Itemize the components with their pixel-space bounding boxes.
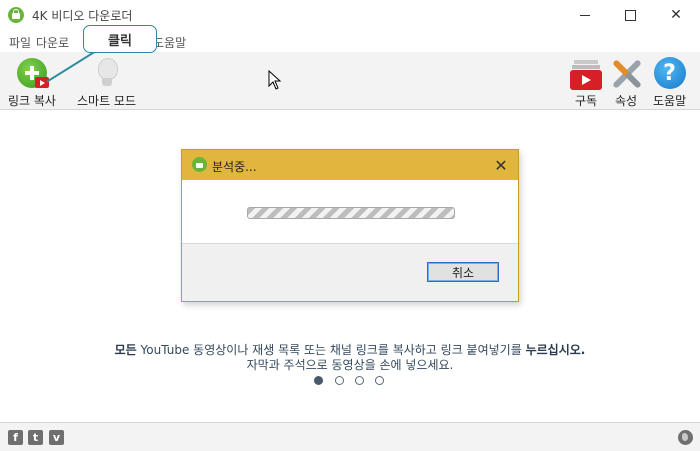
close-icon: ✕ xyxy=(494,155,508,175)
globe-icon[interactable] xyxy=(678,430,693,445)
app-icon xyxy=(8,7,24,23)
pager-dot[interactable] xyxy=(335,376,344,385)
minimize-button[interactable] xyxy=(562,0,608,30)
smart-mode-label: 스마트 모드 xyxy=(77,94,137,108)
menu-help[interactable]: 도움말 xyxy=(153,34,186,51)
pager-dots xyxy=(314,376,394,388)
app-icon xyxy=(192,157,207,172)
youtube-subscribe-icon xyxy=(570,56,602,90)
pager-dot[interactable] xyxy=(314,376,323,385)
twitter-icon[interactable]: t xyxy=(28,430,43,445)
progress-bar xyxy=(247,207,455,219)
help-button[interactable]: ? 도움말 xyxy=(653,56,686,109)
copy-link-button[interactable]: 링크 복사 xyxy=(8,56,56,109)
instruction-body: YouTube 동영상이나 재생 목록 또는 채널 링크를 복사하고 링크 붙여… xyxy=(136,343,526,357)
vimeo-icon[interactable]: v xyxy=(49,430,64,445)
dialog-title: 분석중... xyxy=(212,160,257,174)
mouse-cursor-icon xyxy=(268,70,282,90)
copy-link-label: 링크 복사 xyxy=(8,94,56,108)
help-icon: ? xyxy=(653,57,686,89)
menu-download[interactable]: 다운로 xyxy=(36,34,69,51)
minimize-icon xyxy=(580,14,590,16)
callout-click-hint: 클릭 xyxy=(83,25,157,53)
add-link-icon xyxy=(15,56,49,90)
instruction-prefix: 모든 xyxy=(114,343,137,357)
preferences-label: 속성 xyxy=(614,94,638,108)
analyzing-dialog: 분석중... ✕ 취소 xyxy=(181,149,519,302)
lightbulb-icon xyxy=(90,56,124,90)
close-icon: ✕ xyxy=(670,7,682,23)
instruction-subtext: 자막과 주석으로 동영상을 손에 넣으세요. xyxy=(246,358,454,372)
window-title: 4K 비디오 다운로더 xyxy=(32,9,133,23)
help-label: 도움말 xyxy=(653,94,687,108)
dialog-body xyxy=(182,180,518,244)
menu-file[interactable]: 파일 xyxy=(9,34,31,51)
status-bar: f t v xyxy=(0,422,700,451)
pager-dot[interactable] xyxy=(355,376,364,385)
maximize-icon xyxy=(624,9,636,21)
smart-mode-button[interactable]: 스마트 모드 xyxy=(77,56,136,109)
toolbar: 링크 복사 스마트 모드 구독 속성 ? 도움말 xyxy=(0,52,700,110)
cancel-button[interactable]: 취소 xyxy=(427,262,499,282)
tools-icon xyxy=(609,56,643,90)
preferences-button[interactable]: 속성 xyxy=(609,56,643,109)
close-button[interactable]: ✕ xyxy=(653,0,699,30)
maximize-button[interactable] xyxy=(607,0,653,30)
subscribe-label: 구독 xyxy=(574,94,598,108)
dialog-title-bar: 분석중... ✕ xyxy=(182,150,518,180)
subscribe-button[interactable]: 구독 xyxy=(570,56,602,109)
dialog-close-button[interactable]: ✕ xyxy=(491,155,511,175)
instruction-suffix: 누르십시오. xyxy=(525,343,586,357)
facebook-icon[interactable]: f xyxy=(8,430,23,445)
pager-dot[interactable] xyxy=(375,376,384,385)
